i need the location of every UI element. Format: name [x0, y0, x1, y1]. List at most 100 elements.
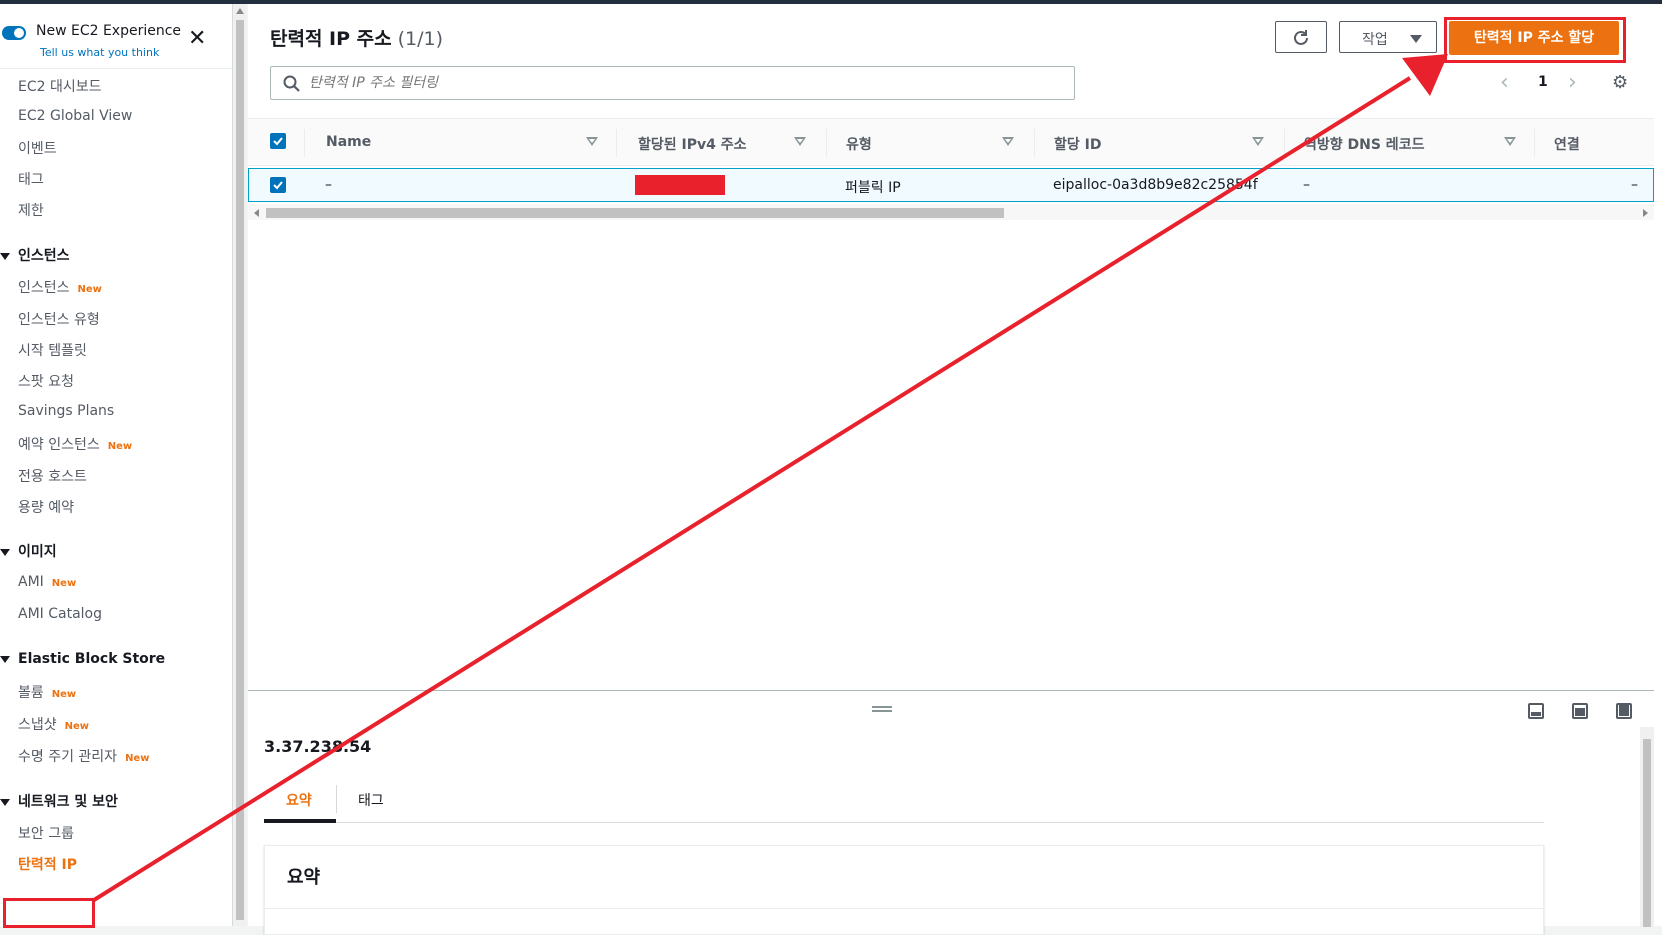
- column-header-type[interactable]: 유형: [846, 134, 872, 154]
- split-panel-scrollbar[interactable]: [1640, 727, 1654, 927]
- sidebar-item-launch-templates[interactable]: 시작 템플릿: [18, 340, 87, 360]
- refresh-button[interactable]: [1275, 21, 1327, 53]
- annotation-highlight-box: [3, 898, 95, 928]
- next-page-button[interactable]: ›: [1568, 72, 1577, 94]
- table-header: Name 할당된 IPv4 주소 유형 할당 ID 역방향 DNS 레코드 연결: [248, 118, 1654, 166]
- sidebar-item-capacity-reservations[interactable]: 용량 예약: [18, 497, 74, 517]
- sidebar-section-network-security[interactable]: 네트워크 및 보안: [0, 791, 118, 811]
- sidebar-item-dedicated-hosts[interactable]: 전용 호스트: [18, 466, 87, 486]
- caret-down-icon: [0, 548, 10, 556]
- filter-search[interactable]: [270, 66, 1075, 100]
- sort-icon[interactable]: [1002, 137, 1014, 146]
- sort-icon[interactable]: [794, 137, 806, 146]
- sort-icon[interactable]: [586, 137, 598, 146]
- main-content: 탄력적 IP 주소(1/1) 작업 탄력적 IP 주소 할당 ‹ 1 › ⚙ N…: [248, 4, 1654, 935]
- sidebar-item-label: 예약 인스턴스: [18, 437, 100, 453]
- sidebar-item-limits[interactable]: 제한: [18, 200, 44, 220]
- sidebar-item-ami-catalog[interactable]: AMI Catalog: [18, 606, 102, 622]
- sidebar-item-label: 수명 주기 관리자: [18, 749, 118, 765]
- horizontal-scrollbar[interactable]: [248, 204, 1654, 220]
- previous-page-button[interactable]: ‹: [1500, 72, 1509, 94]
- sidebar-item-ami[interactable]: AMI New: [18, 574, 76, 590]
- row-checkbox[interactable]: [270, 177, 286, 193]
- sidebar-item-events[interactable]: 이벤트: [18, 138, 57, 158]
- new-experience-banner: New EC2 Experience Tell us what you thin…: [0, 18, 232, 64]
- sidebar-item-elastic-ip[interactable]: 탄력적 IP: [18, 854, 77, 874]
- cell-name: –: [325, 177, 332, 193]
- sidebar-item-reserved-instances[interactable]: 예약 인스턴스 New: [18, 434, 132, 454]
- sidebar-section-ebs[interactable]: Elastic Block Store: [0, 651, 165, 667]
- caret-down-icon: [0, 252, 10, 260]
- new-badge: New: [125, 753, 150, 764]
- sidebar-item-snapshots[interactable]: 스냅샷 New: [18, 714, 89, 734]
- sort-icon[interactable]: [1252, 137, 1264, 146]
- sidebar-item-spot-requests[interactable]: 스팟 요청: [18, 371, 74, 391]
- new-badge: New: [107, 441, 133, 452]
- sidebar-item-security-groups[interactable]: 보안 그룹: [18, 823, 74, 843]
- column-header-name[interactable]: Name: [326, 134, 371, 150]
- feedback-link[interactable]: Tell us what you think: [40, 46, 159, 59]
- caret-down-icon: [0, 798, 10, 806]
- sidebar-section-label: Elastic Block Store: [18, 651, 166, 667]
- select-all-checkbox[interactable]: [270, 133, 286, 149]
- actions-dropdown[interactable]: 작업: [1339, 21, 1437, 53]
- current-page[interactable]: 1: [1538, 74, 1548, 90]
- scrollbar-thumb[interactable]: [236, 20, 244, 920]
- cell-type: 퍼블릭 IP: [845, 180, 901, 196]
- sidebar-item-label: AMI: [18, 574, 44, 590]
- search-input[interactable]: [309, 71, 1059, 95]
- column-header-allocation-id[interactable]: 할당 ID: [1054, 134, 1101, 154]
- column-header-reverse-dns[interactable]: 역방향 DNS 레코드: [1304, 134, 1424, 154]
- sidebar-item-ec2-dashboard[interactable]: EC2 대시보드: [18, 76, 102, 96]
- tab-summary[interactable]: 요약: [286, 790, 312, 810]
- sidebar-scrollbar[interactable]: [232, 4, 246, 926]
- page-scrollbar[interactable]: [1654, 4, 1662, 926]
- new-experience-title: New EC2 Experience: [36, 23, 182, 39]
- column-header-association[interactable]: 연결: [1554, 134, 1580, 154]
- sidebar-section-images[interactable]: 이미지: [0, 541, 57, 561]
- tab-tags[interactable]: 태그: [358, 790, 384, 810]
- scroll-up-icon[interactable]: [236, 8, 244, 14]
- annotation-highlight-box: [1444, 17, 1626, 63]
- sidebar-item-instances[interactable]: 인스턴스 New: [18, 277, 102, 297]
- sidebar: New EC2 Experience Tell us what you thin…: [0, 4, 232, 926]
- gear-icon[interactable]: ⚙: [1612, 72, 1628, 93]
- cell-association: –: [1631, 177, 1638, 193]
- caret-down-icon: [0, 655, 10, 663]
- close-icon[interactable]: ✕: [188, 28, 206, 50]
- cell-reverse-dns: –: [1303, 177, 1310, 193]
- detail-tabs: 요약 태그: [264, 773, 1544, 823]
- sidebar-item-label: 인스턴스: [18, 280, 70, 296]
- column-header-ipv4[interactable]: 할당된 IPv4 주소: [638, 134, 747, 154]
- new-badge: New: [51, 578, 77, 589]
- detail-title: 3.37.238.54: [264, 737, 372, 756]
- actions-label: 작업: [1362, 32, 1388, 48]
- sidebar-item-tags[interactable]: 태그: [18, 169, 44, 189]
- summary-divider: [265, 908, 1545, 909]
- summary-container: 요약: [264, 845, 1545, 935]
- table-row[interactable]: – 퍼블릭 IP eipalloc-0a3d8b9e82c25854f – –: [248, 168, 1654, 202]
- sidebar-item-instance-types[interactable]: 인스턴스 유형: [18, 309, 100, 329]
- scroll-right-icon[interactable]: [1643, 209, 1648, 217]
- column-separator: [1284, 129, 1285, 157]
- sidebar-section-instances[interactable]: 인스턴스: [0, 245, 70, 265]
- sidebar-item-lifecycle-manager[interactable]: 수명 주기 관리자 New: [18, 746, 149, 766]
- sort-icon[interactable]: [1504, 137, 1516, 146]
- summary-title: 요약: [287, 867, 321, 888]
- scrollbar-thumb[interactable]: [1643, 739, 1651, 927]
- panel-bottom-icon[interactable]: [1528, 703, 1544, 719]
- sidebar-item-global-view[interactable]: EC2 Global View: [18, 108, 132, 124]
- drag-handle-icon[interactable]: [872, 706, 892, 712]
- sidebar-item-volumes[interactable]: 볼륨 New: [18, 682, 76, 702]
- column-separator: [616, 129, 617, 157]
- column-separator: [1534, 129, 1535, 157]
- sidebar-section-label: 네트워크 및 보안: [18, 794, 118, 810]
- sidebar-divider: [0, 68, 232, 69]
- scroll-left-icon[interactable]: [254, 209, 259, 217]
- new-experience-toggle[interactable]: [2, 26, 26, 40]
- sidebar-item-savings-plans[interactable]: Savings Plans: [18, 403, 114, 419]
- refresh-icon: [1294, 30, 1308, 45]
- panel-full-icon[interactable]: [1616, 703, 1632, 719]
- scrollbar-thumb[interactable]: [266, 208, 1004, 218]
- panel-side-icon[interactable]: [1572, 703, 1588, 719]
